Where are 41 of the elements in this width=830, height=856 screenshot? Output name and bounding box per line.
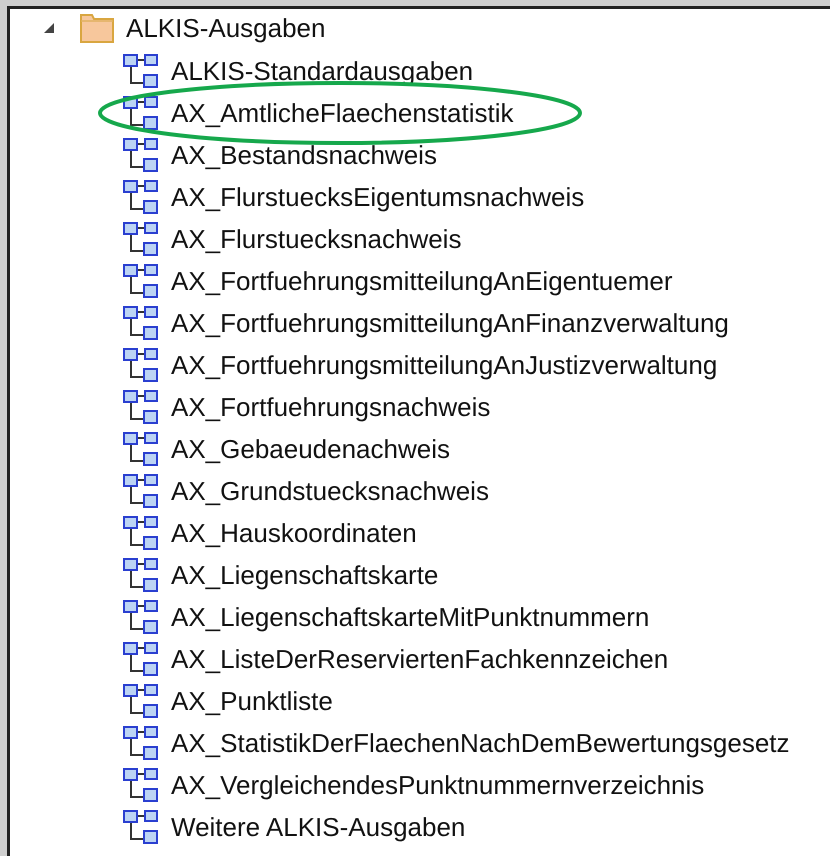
hierarchy-icon <box>123 768 159 802</box>
hierarchy-icon <box>123 264 159 298</box>
tree-item-label[interactable]: AX_Punktliste <box>171 686 333 716</box>
hierarchy-icon <box>123 516 159 550</box>
tree-item-label[interactable]: AX_StatistikDerFlaechenNachDemBewertungsgesetz <box>171 728 790 758</box>
tree-item-label[interactable]: ALKIS-Standardausgaben <box>171 56 474 86</box>
hierarchy-icon <box>123 180 159 214</box>
hierarchy-icon <box>123 390 159 424</box>
tree-item-label[interactable]: AX_Fortfuehrungsnachweis <box>171 392 490 422</box>
tree-item-label[interactable]: AX_FortfuehrungsmitteilungAnJustizverwaltung <box>171 350 718 380</box>
tree-item-label[interactable]: AX_FlurstuecksEigentumsnachweis <box>171 182 584 212</box>
hierarchy-icon <box>123 600 159 634</box>
tree-item-label[interactable]: Weitere ALKIS-Ausgaben <box>171 812 466 842</box>
tree-item-label[interactable]: AX_FortfuehrungsmitteilungAnEigentuemer <box>171 266 673 296</box>
hierarchy-icon <box>123 348 159 382</box>
folder-label[interactable]: ALKIS-Ausgaben <box>126 12 326 44</box>
hierarchy-icon <box>123 726 159 760</box>
tree-item-label[interactable]: AX_Flurstuecksnachweis <box>171 224 462 254</box>
tree-item-label[interactable]: AX_Gebaeudenachweis <box>171 434 450 464</box>
hierarchy-icon <box>123 222 159 256</box>
tree-item-label[interactable]: AX_FortfuehrungsmitteilungAnFinanzverwaltung <box>171 308 729 338</box>
collapse-arrow-icon[interactable] <box>43 22 55 34</box>
hierarchy-icon <box>123 54 159 88</box>
tree-item-label[interactable]: AX_Grundstuecksnachweis <box>171 476 489 506</box>
hierarchy-icon <box>123 810 159 844</box>
hierarchy-icon <box>123 138 159 172</box>
folder-icon <box>79 12 115 44</box>
hierarchy-icon <box>123 474 159 508</box>
tree-item-label[interactable]: AX_Hauskoordinaten <box>171 518 417 548</box>
hierarchy-icon <box>123 432 159 466</box>
hierarchy-icon <box>123 96 159 130</box>
tree-item-label[interactable]: AX_LiegenschaftskarteMitPunktnummern <box>171 602 650 632</box>
hierarchy-icon <box>123 306 159 340</box>
hierarchy-icon <box>123 684 159 718</box>
tree-item-label[interactable]: AX_AmtlicheFlaechenstatistik <box>171 98 514 128</box>
hierarchy-icon <box>123 642 159 676</box>
tree-item-label[interactable]: AX_ListeDerReserviertenFachkennzeichen <box>171 644 668 674</box>
tree-item-label[interactable]: AX_Bestandsnachweis <box>171 140 437 170</box>
tree-item-label[interactable]: AX_VergleichendesPunktnummernverzeichnis <box>171 770 704 800</box>
tree-item-label[interactable]: AX_Liegenschaftskarte <box>171 560 438 590</box>
hierarchy-icon <box>123 558 159 592</box>
